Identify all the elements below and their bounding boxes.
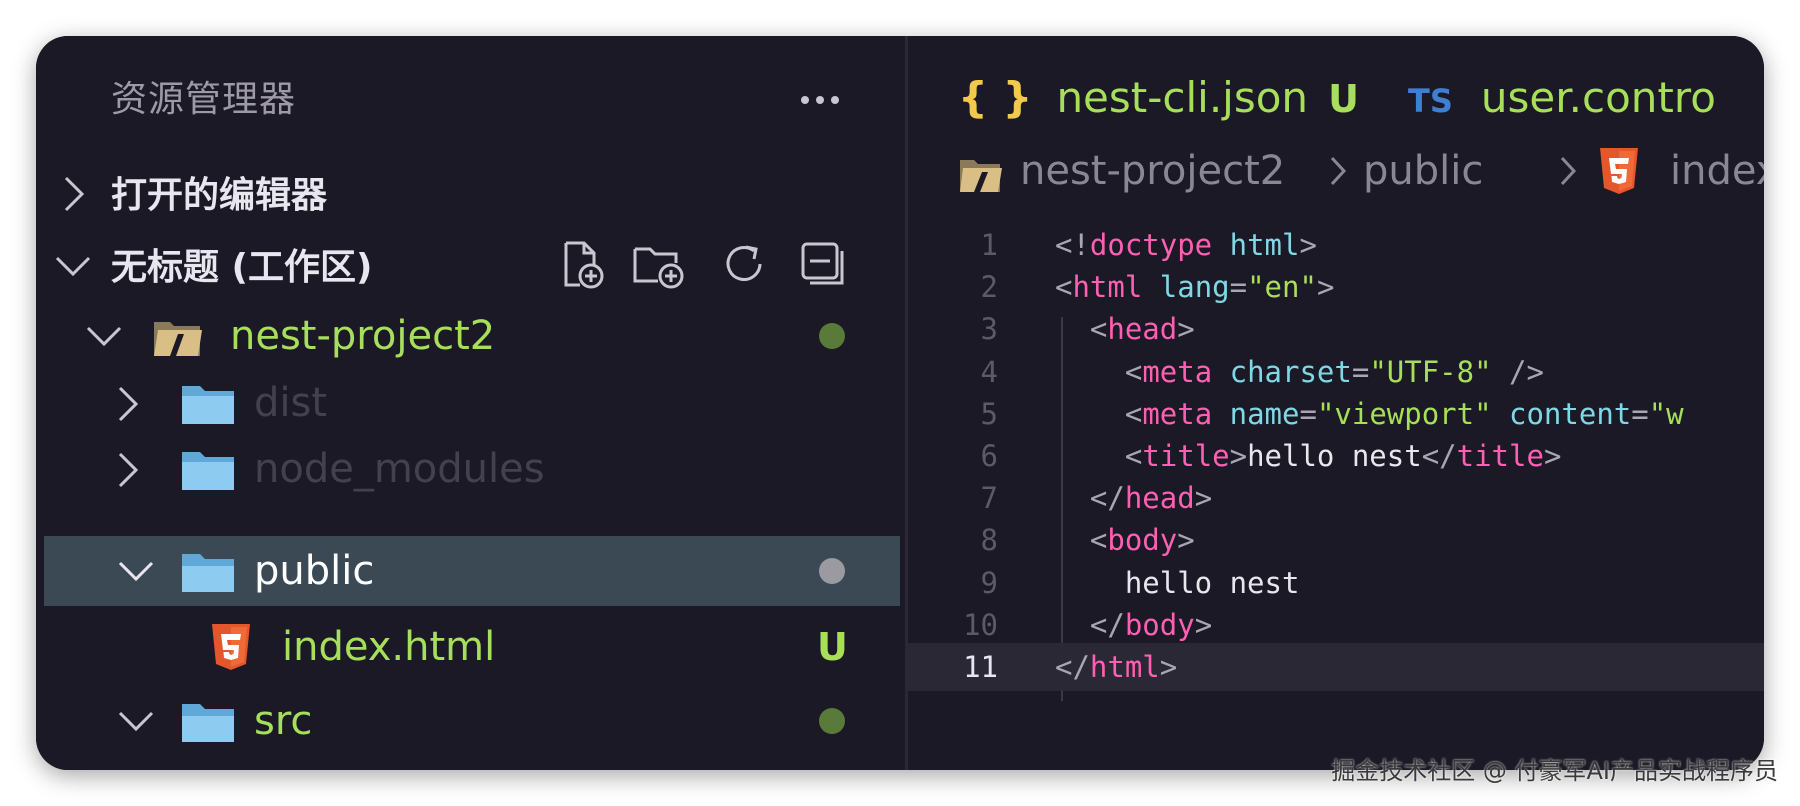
- html5-icon: [1598, 146, 1640, 218]
- tree-item-label: src: [254, 698, 313, 744]
- tree-item-label: node_modules: [254, 446, 545, 492]
- folder-icon: [180, 448, 236, 496]
- collapse-all-icon[interactable]: [798, 239, 848, 289]
- code-text: <!doctype html>: [1055, 228, 1317, 262]
- untracked-badge: U: [1328, 77, 1359, 121]
- typescript-icon: TS: [1408, 82, 1453, 120]
- tree-item-label: dist: [254, 380, 328, 426]
- line-number: 10: [963, 607, 998, 642]
- code-line[interactable]: 7 </head>: [908, 474, 1764, 522]
- line-number: 8: [980, 523, 998, 558]
- line-number: 1: [980, 228, 998, 262]
- code-text: <html lang="en">: [1055, 270, 1335, 305]
- tab-user-controller[interactable]: TS user.contro: [1408, 66, 1716, 130]
- code-text: <body>: [1089, 523, 1195, 558]
- chevron-down-icon: [116, 559, 154, 583]
- code-text: <head>: [1089, 312, 1195, 347]
- code-line[interactable]: 3 <head>: [908, 305, 1764, 353]
- code-line[interactable]: 11 </html>: [908, 643, 1764, 691]
- chevron-right-icon: [116, 384, 140, 422]
- code-text: </body>: [1089, 607, 1213, 642]
- json-icon: { }: [958, 73, 1033, 122]
- modified-dot: [819, 323, 845, 349]
- open-folder-icon: [180, 700, 236, 748]
- code-text: <title>hello nest</title>: [1124, 439, 1562, 473]
- more-actions-icon[interactable]: [801, 88, 839, 112]
- code-line[interactable]: 2 <html lang="en">: [908, 263, 1764, 311]
- tree-item-label: index.html: [282, 624, 496, 670]
- line-number: 9: [980, 565, 998, 600]
- code-line[interactable]: 1 <!doctype html>: [908, 221, 1764, 269]
- code-line[interactable]: 8 <body>: [908, 516, 1764, 564]
- code-text: </head>: [1089, 481, 1213, 516]
- new-folder-icon[interactable]: [632, 239, 684, 289]
- untracked-badge: U: [817, 625, 848, 669]
- new-file-icon[interactable]: [556, 239, 606, 289]
- open-folder-icon: [180, 550, 236, 598]
- tab-label: user.contro: [1480, 73, 1716, 122]
- explorer-title: 资源管理器: [111, 79, 297, 120]
- chevron-right-icon: [116, 450, 140, 488]
- modified-dot: [819, 708, 845, 734]
- code-line[interactable]: 5 <meta name="viewport" content="w: [908, 390, 1764, 438]
- tree-item-public[interactable]: public: [44, 536, 900, 606]
- code-line[interactable]: 6 <title>hello nest</title>: [908, 432, 1764, 480]
- line-number: 7: [980, 481, 998, 516]
- tree-item-label: nest-project2: [230, 313, 496, 359]
- breadcrumb-item[interactable]: index.: [1670, 136, 1764, 206]
- tree-item-nest-project2[interactable]: nest-project2: [44, 301, 900, 371]
- code-text: <meta charset="UTF-8" />: [1124, 354, 1544, 389]
- html5-icon: [210, 622, 252, 676]
- folder-icon: [180, 382, 236, 430]
- tab-label: nest-cli.json: [1056, 73, 1309, 122]
- tree-item-node-modules[interactable]: node_modules: [44, 434, 900, 504]
- chevron-right-icon: [62, 174, 86, 212]
- line-number: 2: [980, 270, 998, 305]
- editor-pane: { } nest-cli.json U TS user.contro nest-pro…: [908, 36, 1764, 770]
- modified-dot: [819, 558, 845, 584]
- code-text: </html>: [1055, 650, 1178, 684]
- open-editors-label: 打开的编辑器: [111, 175, 328, 216]
- project-folder-icon: [152, 314, 204, 364]
- tab-nest-cli-json[interactable]: { } nest-cli.json U: [958, 66, 1359, 130]
- line-number: 4: [980, 354, 998, 389]
- explorer-sidebar: 资源管理器 打开的编辑器 无标题 (工作区) nest-project2 dis…: [36, 36, 905, 770]
- breadcrumb-item[interactable]: nest-project2: [1020, 136, 1285, 206]
- workspace-label: 无标题 (工作区): [111, 247, 373, 288]
- line-number: 6: [980, 439, 998, 473]
- code-text: <meta name="viewport" content="w: [1124, 396, 1684, 431]
- refresh-icon[interactable]: [720, 239, 770, 289]
- chevron-down-icon: [116, 709, 154, 733]
- tree-item-index-html[interactable]: index.html U: [44, 612, 900, 682]
- breadcrumb-item[interactable]: public: [1363, 136, 1483, 206]
- tree-item-src[interactable]: src: [44, 686, 900, 756]
- code-line[interactable]: 4 <meta charset="UTF-8" />: [908, 348, 1764, 396]
- watermark: 掘金技术社区 @ 付豪军AI产品实战程序员: [1331, 757, 1778, 785]
- line-number: 3: [980, 312, 998, 347]
- vscode-window: 资源管理器 打开的编辑器 无标题 (工作区) nest-project2 dis…: [36, 36, 1764, 770]
- code-line[interactable]: 9 hello nest: [908, 559, 1764, 607]
- code-text: hello nest: [1055, 565, 1300, 600]
- tree-item-dist[interactable]: dist: [44, 368, 900, 438]
- chevron-right-icon: [1558, 136, 1578, 228]
- tree-item-label: public: [254, 548, 375, 594]
- project-folder-icon: [958, 148, 1004, 218]
- chevron-down-icon: [84, 324, 122, 348]
- code-line[interactable]: 10 </body>: [908, 601, 1764, 649]
- chevron-down-icon: [53, 254, 91, 278]
- line-number: 11: [963, 650, 998, 684]
- chevron-right-icon: [1328, 136, 1348, 228]
- line-number: 5: [980, 396, 998, 431]
